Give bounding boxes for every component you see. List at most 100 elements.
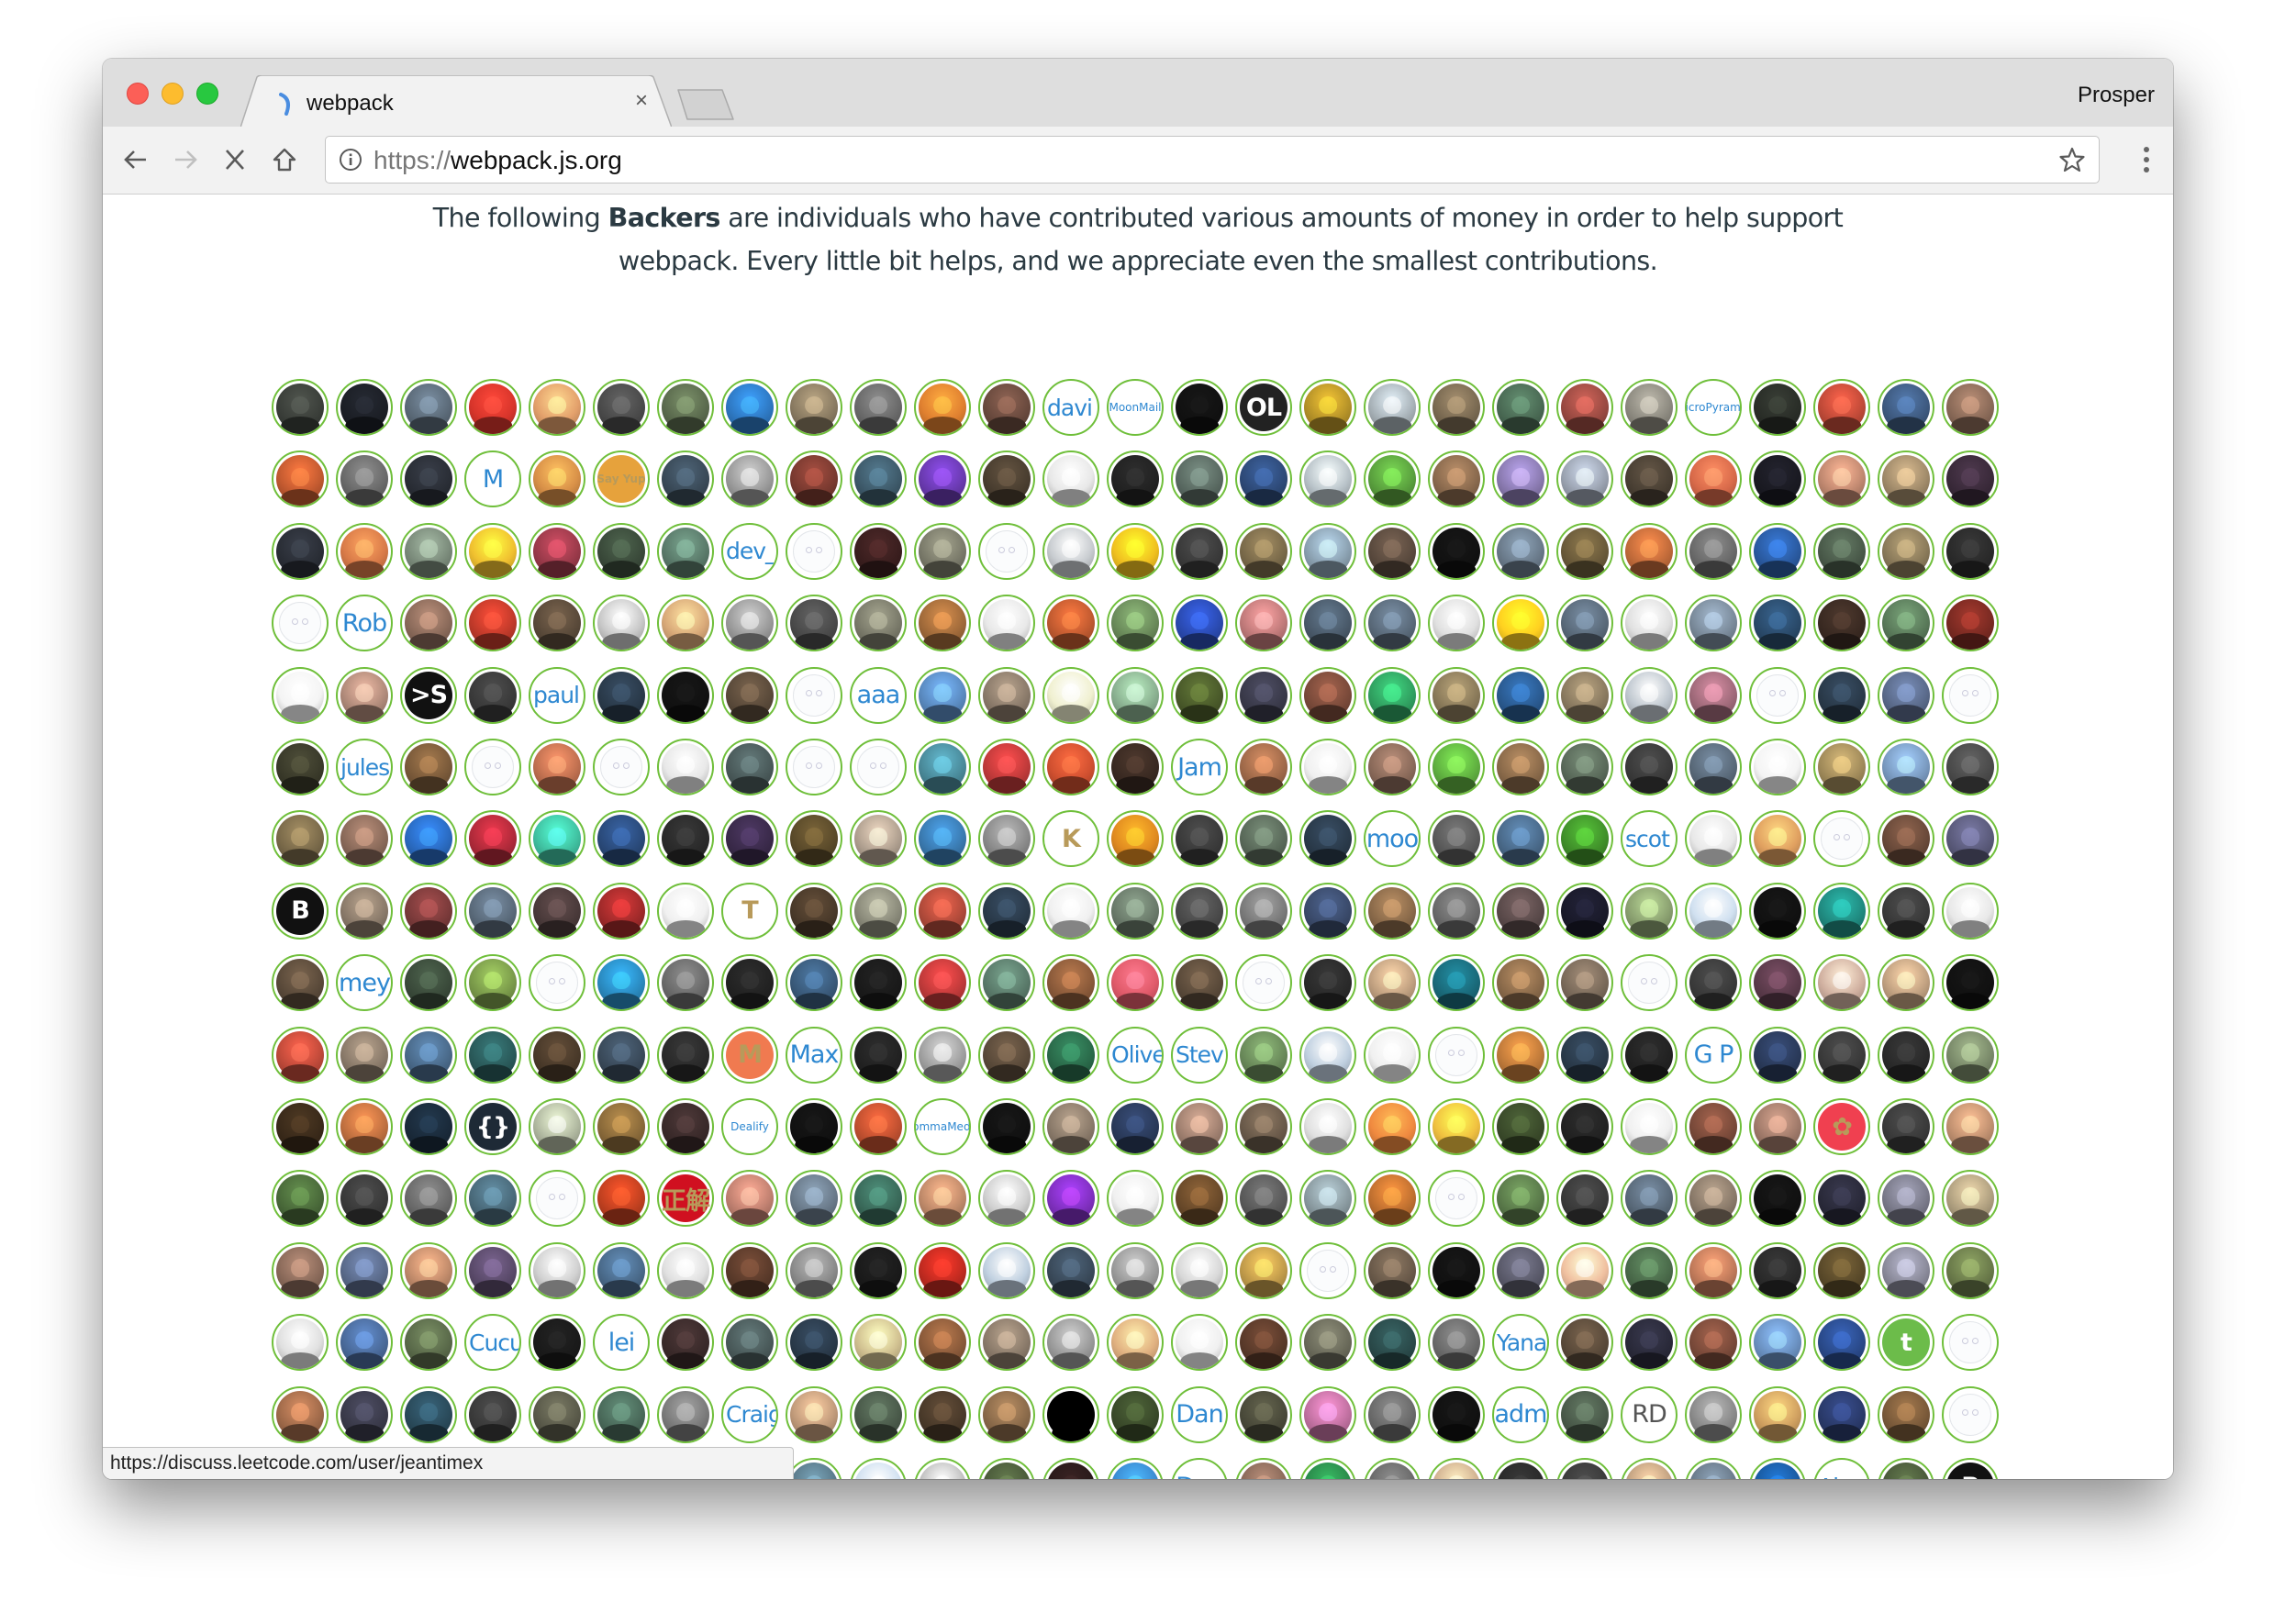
backer-avatar[interactable]: mey [336, 954, 393, 1012]
backer-avatar[interactable] [721, 810, 778, 868]
backer-avatar[interactable] [1299, 1385, 1356, 1443]
backer-avatar[interactable] [464, 595, 521, 652]
backer-avatar[interactable] [1685, 522, 1742, 580]
backer-avatar[interactable] [1878, 1026, 1934, 1084]
backer-avatar[interactable] [1042, 954, 1099, 1012]
backer-avatar[interactable] [1942, 954, 1999, 1012]
backer-avatar[interactable] [914, 1314, 971, 1372]
backer-avatar[interactable] [1364, 1170, 1421, 1228]
backer-avatar[interactable] [1942, 666, 1999, 724]
backer-avatar[interactable]: paul [529, 666, 585, 724]
backer-avatar[interactable]: adm [1492, 1385, 1549, 1443]
menu-kebab-icon[interactable] [2142, 147, 2151, 174]
backer-avatar[interactable] [272, 522, 329, 580]
backer-avatar[interactable] [1621, 1314, 1678, 1372]
backer-avatar[interactable] [1428, 379, 1485, 436]
backer-avatar[interactable] [1235, 666, 1292, 724]
backer-avatar[interactable] [978, 1170, 1035, 1228]
backer-avatar[interactable] [1621, 1458, 1678, 1479]
backer-avatar[interactable] [1235, 450, 1292, 508]
backer-avatar[interactable] [1685, 810, 1742, 868]
backer-avatar[interactable] [272, 1385, 329, 1443]
backer-avatar[interactable] [914, 1026, 971, 1084]
backer-avatar[interactable] [272, 1026, 329, 1084]
backer-avatar[interactable] [1299, 522, 1356, 580]
backer-avatar[interactable]: {} [464, 1098, 521, 1155]
minimize-window-button[interactable] [162, 83, 184, 105]
backer-avatar[interactable] [657, 1026, 714, 1084]
backer-avatar[interactable] [1171, 595, 1228, 652]
backer-avatar[interactable] [464, 522, 521, 580]
backer-avatar[interactable] [464, 954, 521, 1012]
backer-avatar[interactable] [464, 810, 521, 868]
backer-avatar[interactable] [914, 1170, 971, 1228]
backer-avatar[interactable] [1749, 1241, 1806, 1299]
backer-avatar[interactable] [400, 450, 457, 508]
backer-avatar[interactable] [786, 522, 842, 580]
backer-avatar[interactable] [1235, 1458, 1292, 1479]
backer-avatar[interactable] [978, 882, 1035, 940]
backer-avatar[interactable] [464, 1026, 521, 1084]
backer-avatar[interactable] [850, 882, 907, 940]
backer-avatar[interactable] [1107, 882, 1164, 940]
backer-avatar[interactable] [1042, 739, 1099, 795]
backer-avatar[interactable] [1556, 954, 1613, 1012]
backer-avatar[interactable] [1171, 1098, 1228, 1155]
backer-avatar[interactable] [978, 595, 1035, 652]
backer-avatar[interactable]: Dealify [721, 1098, 778, 1155]
backer-avatar[interactable] [1621, 522, 1678, 580]
backer-avatar[interactable] [593, 666, 650, 724]
backer-avatar[interactable] [1749, 882, 1806, 940]
backer-avatar[interactable]: OL [1235, 379, 1292, 436]
backer-avatar[interactable] [1042, 1170, 1099, 1228]
backer-avatar[interactable] [1171, 666, 1228, 724]
backer-avatar[interactable] [1235, 1241, 1292, 1299]
backer-avatar[interactable] [1171, 882, 1228, 940]
backer-avatar[interactable] [400, 595, 457, 652]
backer-avatar[interactable] [593, 1241, 650, 1299]
backer-avatar[interactable] [1428, 954, 1485, 1012]
backer-avatar[interactable]: Dan [1171, 1385, 1228, 1443]
backer-avatar[interactable] [1171, 522, 1228, 580]
backer-avatar[interactable] [657, 450, 714, 508]
backer-avatar[interactable] [1428, 810, 1485, 868]
backer-avatar[interactable] [1878, 1170, 1934, 1228]
backer-avatar[interactable] [529, 522, 585, 580]
backer-avatar[interactable] [1364, 1314, 1421, 1372]
backer-avatar[interactable] [1878, 666, 1934, 724]
backer-avatar[interactable] [336, 882, 393, 940]
backer-avatar[interactable] [1942, 739, 1999, 795]
backer-avatar[interactable] [1878, 1098, 1934, 1155]
backer-avatar[interactable] [464, 739, 521, 795]
backer-avatar[interactable] [336, 810, 393, 868]
maximize-window-button[interactable] [196, 83, 218, 105]
backer-avatar[interactable] [400, 882, 457, 940]
backer-avatar[interactable] [1685, 450, 1742, 508]
backer-avatar[interactable]: moo [1364, 810, 1421, 868]
backer-avatar[interactable] [1171, 1314, 1228, 1372]
backer-avatar[interactable] [850, 810, 907, 868]
backer-avatar[interactable] [914, 1241, 971, 1299]
backer-avatar[interactable] [786, 882, 842, 940]
backer-avatar[interactable] [1364, 1458, 1421, 1479]
backer-avatar[interactable] [1878, 882, 1934, 940]
backer-avatar[interactable] [978, 379, 1035, 436]
backer-avatar[interactable] [1556, 1026, 1613, 1084]
backer-avatar[interactable] [786, 1458, 842, 1479]
backer-avatar[interactable] [529, 379, 585, 436]
backer-avatar[interactable] [914, 1385, 971, 1443]
backer-avatar[interactable] [400, 954, 457, 1012]
backer-avatar[interactable] [1685, 739, 1742, 795]
backer-avatar[interactable] [1042, 450, 1099, 508]
backer-avatar[interactable] [400, 522, 457, 580]
home-button[interactable] [268, 143, 301, 176]
backer-avatar[interactable] [1171, 450, 1228, 508]
backer-avatar[interactable] [1428, 666, 1485, 724]
address-bar[interactable]: https://webpack.js.org [325, 136, 2100, 184]
backer-avatar[interactable] [786, 666, 842, 724]
backer-avatar[interactable] [1364, 1026, 1421, 1084]
backer-avatar[interactable] [1813, 1385, 1870, 1443]
backer-avatar[interactable] [1621, 450, 1678, 508]
backer-avatar[interactable] [400, 1098, 457, 1155]
backer-avatar[interactable] [1107, 1458, 1164, 1479]
